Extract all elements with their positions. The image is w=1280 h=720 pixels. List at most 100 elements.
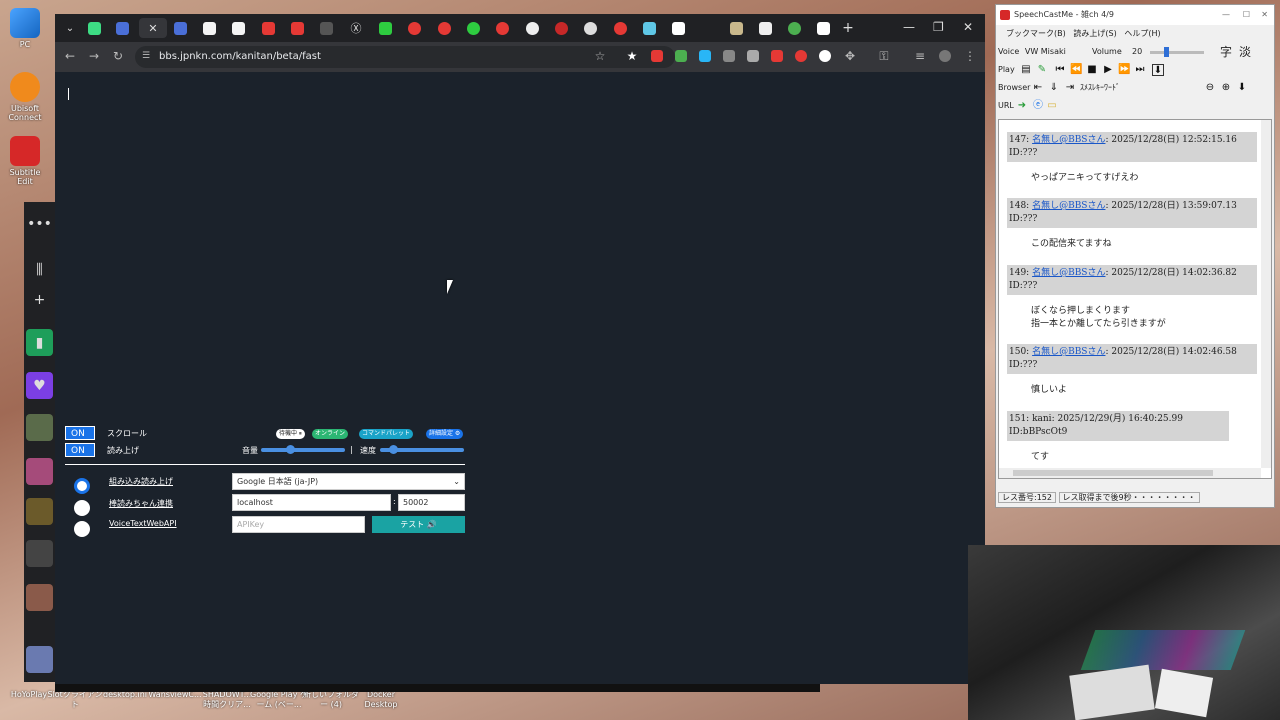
option-bouyomi-label[interactable]: 棒読みちゃん連携 xyxy=(109,498,173,509)
taskbar-icon-google-play[interactable]: Google Play ゲーム (ベー... xyxy=(250,690,308,710)
post-name-link[interactable]: 名無し@BBSさん xyxy=(1032,201,1105,211)
minimize-icon[interactable]: — xyxy=(903,20,915,34)
tab-x[interactable]: Ⓧ xyxy=(345,18,367,38)
save-icon[interactable]: ⬇ xyxy=(1236,82,1248,94)
tab-12[interactable] xyxy=(403,18,425,38)
option-builtin-label[interactable]: 組み込み読み上げ xyxy=(109,476,173,487)
add-icon[interactable]: + xyxy=(26,286,53,313)
tab-14[interactable] xyxy=(462,18,484,38)
extension-icon-5[interactable] xyxy=(747,50,759,62)
app-thumb-2[interactable] xyxy=(26,458,53,485)
volume-slider-knob[interactable] xyxy=(286,445,296,454)
tab-2[interactable] xyxy=(111,18,133,38)
maximize-icon[interactable]: ❐ xyxy=(933,20,944,34)
close-icon[interactable]: ✕ xyxy=(148,22,157,35)
reload-icon[interactable]: ↻ xyxy=(111,49,125,63)
settings-button[interactable]: 詳細設定 ⚙ xyxy=(426,429,464,439)
host-field[interactable]: localhost xyxy=(232,494,391,511)
minimize-icon[interactable]: — xyxy=(1222,5,1230,25)
desktop-icon-ubisoft[interactable]: Ubisoft Connect xyxy=(2,72,48,122)
app-thumb-3[interactable] xyxy=(26,498,53,525)
apikey-field[interactable]: APIKey xyxy=(232,516,365,533)
extension-icon-7[interactable] xyxy=(795,50,807,62)
post-name-link[interactable]: 名無し@BBSさん xyxy=(1032,268,1105,278)
bookmark-app-icon[interactable]: ▮ xyxy=(26,329,53,356)
app-thumb-6[interactable] xyxy=(26,646,53,673)
forward-icon[interactable]: → xyxy=(87,49,101,63)
tab-6[interactable] xyxy=(227,18,249,38)
tab-15[interactable] xyxy=(491,18,513,38)
tab-search-icon[interactable]: ⌄ xyxy=(59,18,81,38)
extension-icon-2[interactable] xyxy=(675,50,687,62)
post-name-link[interactable]: 名無し@BBSさん xyxy=(1032,347,1105,357)
app-thumb-5[interactable] xyxy=(26,584,53,611)
go-icon[interactable]: ➜ xyxy=(1016,100,1028,112)
tab-20[interactable] xyxy=(638,18,660,38)
tab-8[interactable] xyxy=(286,18,308,38)
volume-slider[interactable] xyxy=(1150,47,1204,57)
voice-select[interactable]: Google 日本語 (ja-JP) ⌄ xyxy=(232,473,465,490)
font-button[interactable]: 字 xyxy=(1220,43,1232,61)
thread-view[interactable]: 147: 名無し@BBSさん: 2025/12/28(日) 12:52:15.1… xyxy=(998,119,1272,479)
command-palette-button[interactable]: コマンドパレット xyxy=(359,429,414,439)
speed-slider[interactable] xyxy=(380,445,464,454)
download-icon[interactable]: ⬇ xyxy=(1152,64,1164,76)
library-icon[interactable]: ⫼ xyxy=(26,256,53,283)
back-icon[interactable]: ← xyxy=(63,49,77,63)
shade-button[interactable]: 淡 xyxy=(1239,43,1251,61)
tab-5[interactable] xyxy=(198,18,220,38)
close-icon[interactable]: ✕ xyxy=(1261,5,1268,25)
radio-bouyomi[interactable] xyxy=(74,500,90,516)
tab-25[interactable] xyxy=(812,18,834,38)
tab-23[interactable] xyxy=(754,18,776,38)
extension-icon-4[interactable] xyxy=(723,50,735,62)
volume-value[interactable]: 20 xyxy=(1132,43,1142,61)
option-voicetext-label[interactable]: VoiceTextWebAPI xyxy=(109,519,177,528)
new-tab-button[interactable]: + xyxy=(837,18,859,38)
horizontal-scrollbar[interactable] xyxy=(999,468,1261,478)
extension-icon-3[interactable] xyxy=(699,50,711,62)
tab-11[interactable] xyxy=(374,18,396,38)
tab-16[interactable] xyxy=(521,18,543,38)
nav-left-icon[interactable]: ⇤ xyxy=(1032,82,1044,94)
bookmark-star-icon[interactable]: ☆ xyxy=(593,49,607,63)
post-name-link[interactable]: 名無し@BBSさん xyxy=(1032,135,1105,145)
radio-voicetext[interactable] xyxy=(74,521,90,537)
password-key-icon[interactable]: ⚿ xyxy=(877,49,891,63)
port-field[interactable]: 50002 xyxy=(398,494,465,511)
speed-slider-knob[interactable] xyxy=(388,445,398,454)
tab-17[interactable] xyxy=(550,18,572,38)
tab-7[interactable] xyxy=(257,18,279,38)
last-icon[interactable]: ⏭ xyxy=(1134,64,1146,76)
forward-icon[interactable]: ⏩ xyxy=(1118,64,1130,76)
extensions-puzzle-icon[interactable]: ✥ xyxy=(843,49,857,63)
menu-bookmark[interactable]: ブックマーク(B) xyxy=(1006,29,1066,38)
tab-21[interactable] xyxy=(667,18,689,38)
more-icon[interactable]: ••• xyxy=(26,210,53,237)
app-thumb-4[interactable] xyxy=(26,540,53,567)
tab-19[interactable] xyxy=(609,18,631,38)
tab-22[interactable] xyxy=(725,18,747,38)
tab-9[interactable] xyxy=(315,18,337,38)
tab-13[interactable] xyxy=(433,18,455,38)
tab-24[interactable] xyxy=(783,18,805,38)
media-icon[interactable]: ≡ xyxy=(913,49,927,63)
first-icon[interactable]: ⏮ xyxy=(1054,64,1066,76)
zoom-in-icon[interactable]: ⊕ xyxy=(1220,82,1232,94)
tab-18[interactable] xyxy=(579,18,601,38)
nav-right-icon[interactable]: ⇥ xyxy=(1064,82,1076,94)
taskbar-icon-shadowt[interactable]: SHADOWT... 時間クリア... xyxy=(198,690,256,710)
radio-builtin[interactable] xyxy=(74,478,90,494)
window-close-icon[interactable]: ✕ xyxy=(963,20,973,34)
tab-active[interactable]: ✕ xyxy=(139,18,167,38)
play-icon[interactable]: ▶ xyxy=(1102,64,1114,76)
taskbar-icon-docker[interactable]: Docker Desktop xyxy=(352,690,410,710)
tab-4[interactable] xyxy=(169,18,191,38)
bookmarks-icon[interactable]: ★ xyxy=(625,49,639,63)
scroll-toggle[interactable]: ON xyxy=(65,426,95,440)
menu-read[interactable]: 読み上げ(S) xyxy=(1073,29,1116,38)
extension-icon-8[interactable] xyxy=(819,50,831,62)
rewind-icon[interactable]: ⏪ xyxy=(1070,64,1082,76)
tab-1[interactable] xyxy=(83,18,105,38)
extension-icon-6[interactable] xyxy=(771,50,783,62)
